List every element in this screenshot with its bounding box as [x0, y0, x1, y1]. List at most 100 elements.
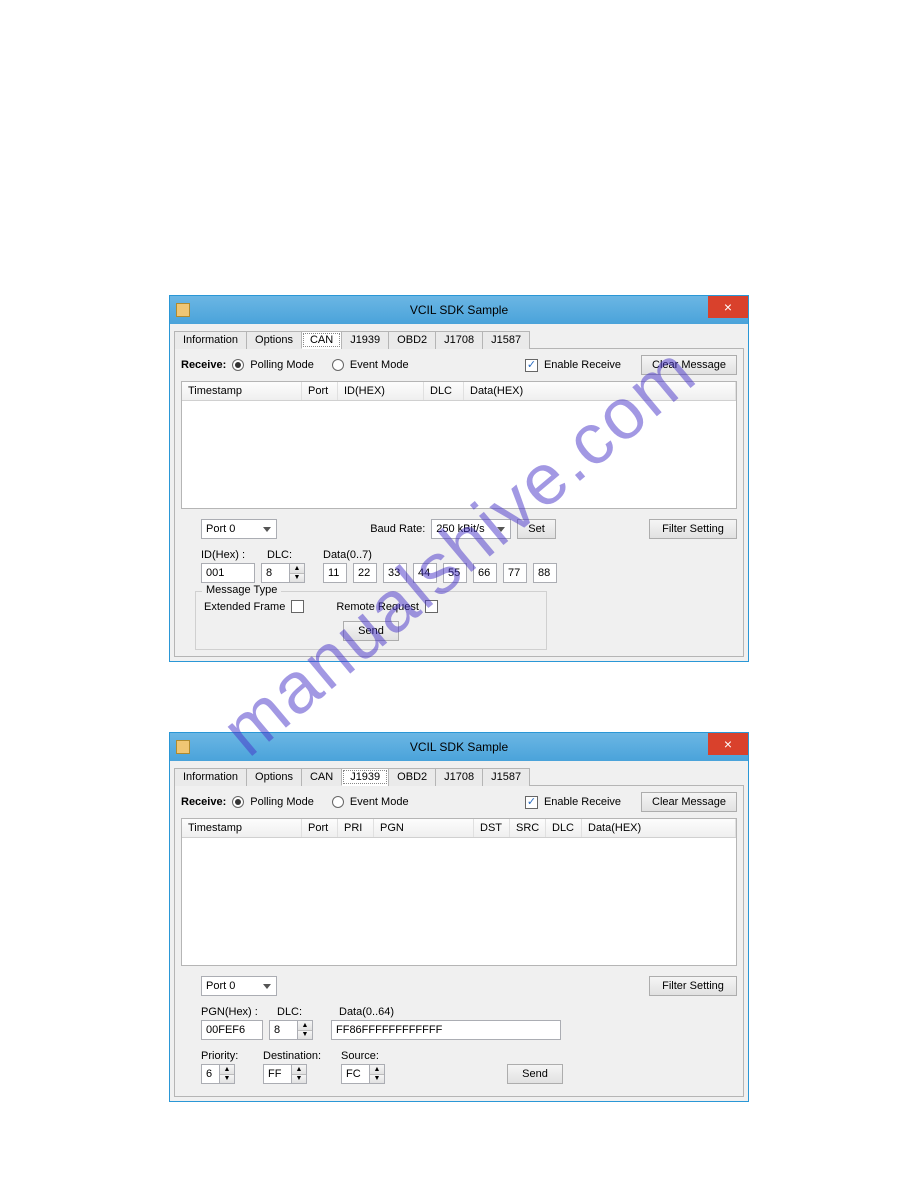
tabstrip: Information Options CAN J1939 OBD2 J1708… — [174, 330, 744, 349]
port-select[interactable]: Port 0 — [201, 976, 277, 996]
id-input[interactable]: 001 — [201, 563, 255, 583]
send-button[interactable]: Send — [507, 1064, 563, 1084]
extended-frame-label: Extended Frame — [204, 601, 285, 613]
tab-information[interactable]: Information — [174, 768, 247, 786]
col-port[interactable]: Port — [302, 382, 338, 400]
titlebar: VCIL SDK Sample × — [170, 733, 748, 761]
data-byte-6[interactable]: 77 — [503, 563, 527, 583]
col-dlc[interactable]: DLC — [546, 819, 582, 837]
remote-request-label: Remote Request — [336, 601, 419, 613]
data-input[interactable]: FF86FFFFFFFFFFFF — [331, 1020, 561, 1040]
col-idhex[interactable]: ID(HEX) — [338, 382, 424, 400]
spin-down-icon[interactable]: ▼ — [370, 1075, 384, 1084]
tab-j1939[interactable]: J1939 — [341, 331, 389, 349]
priority-label: Priority: — [201, 1050, 257, 1062]
enable-receive-checkbox[interactable] — [525, 796, 538, 809]
col-src[interactable]: SRC — [510, 819, 546, 837]
close-button[interactable]: × — [708, 733, 748, 755]
tab-obd2[interactable]: OBD2 — [388, 768, 436, 786]
clear-message-button[interactable]: Clear Message — [641, 355, 737, 375]
tab-options[interactable]: Options — [246, 768, 302, 786]
tabstrip: Information Options CAN J1939 OBD2 J1708… — [174, 767, 744, 786]
polling-mode-radio[interactable] — [232, 796, 244, 808]
event-mode-radio[interactable] — [332, 359, 344, 371]
polling-mode-label: Polling Mode — [250, 359, 314, 371]
spin-up-icon[interactable]: ▲ — [370, 1065, 384, 1075]
col-datahex[interactable]: Data(HEX) — [464, 382, 736, 400]
data-byte-0[interactable]: 11 — [323, 563, 347, 583]
titlebar: VCIL SDK Sample × — [170, 296, 748, 324]
dlc-spinner[interactable]: 8 ▲▼ — [261, 563, 305, 583]
window-title: VCIL SDK Sample — [170, 740, 748, 754]
priority-spinner[interactable]: 6 ▲▼ — [201, 1064, 235, 1084]
pgn-input[interactable]: 00FEF6 — [201, 1020, 263, 1040]
client-area: Information Options CAN J1939 OBD2 J1708… — [170, 761, 748, 1101]
filter-setting-button[interactable]: Filter Setting — [649, 976, 737, 996]
spin-down-icon[interactable]: ▼ — [290, 574, 304, 583]
col-timestamp[interactable]: Timestamp — [182, 382, 302, 400]
source-value[interactable]: FC — [341, 1064, 369, 1084]
data-byte-1[interactable]: 22 — [353, 563, 377, 583]
tab-options[interactable]: Options — [246, 331, 302, 349]
col-pri[interactable]: PRI — [338, 819, 374, 837]
baudrate-select[interactable]: 250 kBit/s — [431, 519, 511, 539]
window-j1939: VCIL SDK Sample × Information Options CA… — [169, 732, 749, 1102]
col-port[interactable]: Port — [302, 819, 338, 837]
spin-down-icon[interactable]: ▼ — [298, 1031, 312, 1040]
tabpage-j1939: Receive: Polling Mode Event Mode Enable … — [174, 786, 744, 1097]
tab-j1587[interactable]: J1587 — [482, 768, 530, 786]
data-byte-5[interactable]: 66 — [473, 563, 497, 583]
priority-value[interactable]: 6 — [201, 1064, 219, 1084]
source-label: Source: — [341, 1050, 379, 1062]
enable-receive-checkbox[interactable] — [525, 359, 538, 372]
spin-up-icon[interactable]: ▲ — [292, 1065, 306, 1075]
spin-up-icon[interactable]: ▲ — [290, 564, 304, 574]
col-dst[interactable]: DST — [474, 819, 510, 837]
message-listview[interactable]: Timestamp Port PRI PGN DST SRC DLC Data(… — [181, 818, 737, 966]
polling-mode-label: Polling Mode — [250, 796, 314, 808]
spin-down-icon[interactable]: ▼ — [220, 1075, 234, 1084]
id-label: ID(Hex) : — [201, 549, 261, 561]
data-byte-3[interactable]: 44 — [413, 563, 437, 583]
spin-up-icon[interactable]: ▲ — [298, 1021, 312, 1031]
source-spinner[interactable]: FC ▲▼ — [341, 1064, 385, 1084]
spin-down-icon[interactable]: ▼ — [292, 1075, 306, 1084]
tab-j1587[interactable]: J1587 — [482, 331, 530, 349]
destination-spinner[interactable]: FF ▲▼ — [263, 1064, 307, 1084]
event-mode-radio[interactable] — [332, 796, 344, 808]
tab-j1939[interactable]: J1939 — [341, 768, 389, 786]
send-button[interactable]: Send — [343, 621, 399, 641]
filter-setting-button[interactable]: Filter Setting — [649, 519, 737, 539]
listview-header: Timestamp Port PRI PGN DST SRC DLC Data(… — [182, 819, 736, 838]
extended-frame-checkbox[interactable] — [291, 600, 304, 613]
listview-header: Timestamp Port ID(HEX) DLC Data(HEX) — [182, 382, 736, 401]
enable-receive-label: Enable Receive — [544, 359, 621, 371]
col-pgn[interactable]: PGN — [374, 819, 474, 837]
tab-information[interactable]: Information — [174, 331, 247, 349]
tab-can[interactable]: CAN — [301, 331, 342, 349]
data-byte-2[interactable]: 33 — [383, 563, 407, 583]
dlc-value[interactable]: 8 — [261, 563, 289, 583]
dlc-spinner[interactable]: 8 ▲▼ — [269, 1020, 313, 1040]
message-listview[interactable]: Timestamp Port ID(HEX) DLC Data(HEX) — [181, 381, 737, 509]
dlc-value[interactable]: 8 — [269, 1020, 297, 1040]
clear-message-button[interactable]: Clear Message — [641, 792, 737, 812]
col-timestamp[interactable]: Timestamp — [182, 819, 302, 837]
destination-label: Destination: — [263, 1050, 335, 1062]
destination-value[interactable]: FF — [263, 1064, 291, 1084]
col-dlc[interactable]: DLC — [424, 382, 464, 400]
tab-j1708[interactable]: J1708 — [435, 768, 483, 786]
spin-up-icon[interactable]: ▲ — [220, 1065, 234, 1075]
tab-obd2[interactable]: OBD2 — [388, 331, 436, 349]
event-mode-label: Event Mode — [350, 796, 409, 808]
col-datahex[interactable]: Data(HEX) — [582, 819, 736, 837]
close-button[interactable]: × — [708, 296, 748, 318]
tab-can[interactable]: CAN — [301, 768, 342, 786]
data-byte-4[interactable]: 55 — [443, 563, 467, 583]
data-byte-7[interactable]: 88 — [533, 563, 557, 583]
polling-mode-radio[interactable] — [232, 359, 244, 371]
tab-j1708[interactable]: J1708 — [435, 331, 483, 349]
set-baud-button[interactable]: Set — [517, 519, 556, 539]
port-select[interactable]: Port 0 — [201, 519, 277, 539]
remote-request-checkbox[interactable] — [425, 600, 438, 613]
